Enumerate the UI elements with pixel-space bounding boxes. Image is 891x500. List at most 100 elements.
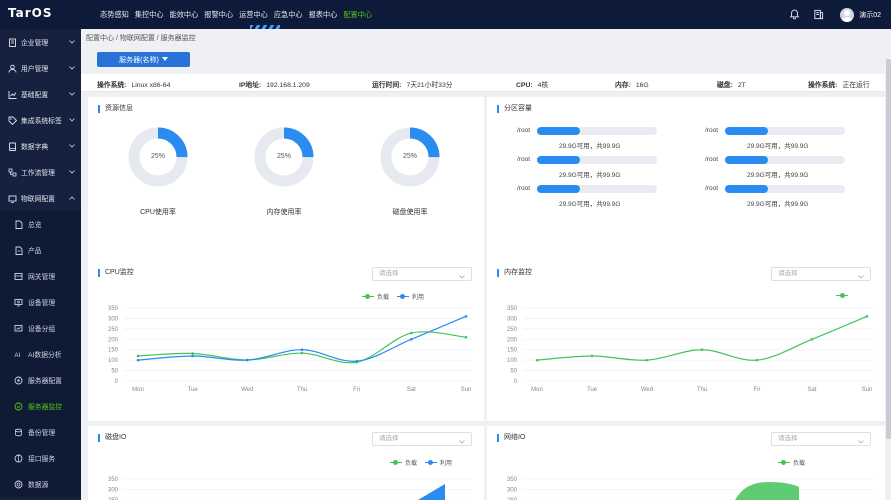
- sidebar-subitem-label: 设备分组: [28, 326, 56, 333]
- data-point: [410, 331, 413, 335]
- sidebar-item[interactable]: 企业管理: [0, 29, 81, 55]
- user-name[interactable]: 演示02: [859, 10, 881, 20]
- sidebar-subitem[interactable]: 设备管理: [0, 289, 81, 315]
- data-point: [645, 358, 649, 362]
- sidebar-item[interactable]: 数据字典: [0, 133, 81, 159]
- chevron-down-icon: [459, 272, 465, 284]
- memory-chart: 350 300 250 200 150 100 50 0 Mon Tue Wed Thu Fri Sat S…: [507, 306, 873, 393]
- bell-icon[interactable]: [784, 5, 804, 25]
- data-point: [300, 351, 304, 355]
- top-nav-item[interactable]: 集控中心: [132, 0, 167, 29]
- top-nav-item[interactable]: 报表中心: [306, 0, 341, 29]
- info-value: 16G: [635, 82, 649, 89]
- x-tick-label: Wed: [641, 387, 653, 393]
- panel-title: 网络IO: [497, 434, 525, 442]
- sidebar-subitem[interactable]: 数据源: [0, 471, 81, 497]
- info-value: 2T: [737, 82, 746, 89]
- sidebar-subitem-label: 备份管理: [28, 430, 56, 437]
- group-icon: [14, 324, 23, 333]
- sidebar-subitem[interactable]: 网关管理: [0, 263, 81, 289]
- y-tick-label: 350: [507, 306, 518, 312]
- y-tick-label: 200: [108, 337, 119, 343]
- sidebar-item[interactable]: 集成系统标签: [0, 107, 81, 133]
- panel-title: 内存监控: [497, 269, 532, 277]
- disk-period-select[interactable]: 请选择: [372, 432, 472, 446]
- y-tick-label: 250: [108, 327, 119, 333]
- cpu-monitor-panel: CPU监控 请选择 负载 利用 350 300 250 200 150 100 50 0 Mon T…: [88, 261, 484, 421]
- info-key: CPU:: [516, 82, 533, 89]
- vertical-scrollbar[interactable]: [886, 59, 891, 439]
- sidebar-item-label: 物联网配置: [21, 196, 55, 203]
- sidebar-subitem[interactable]: 备份管理: [0, 419, 81, 445]
- y-tick-label: 150: [507, 348, 518, 354]
- info-value: 7天21小时33分: [406, 82, 453, 89]
- sidebar-subitem[interactable]: 设备分组: [0, 315, 81, 341]
- donut-value: 25%: [276, 153, 291, 160]
- y-tick-label: 350: [108, 306, 119, 312]
- document-icon[interactable]: [808, 5, 828, 25]
- series-line: [137, 315, 467, 362]
- series-area: [735, 482, 799, 500]
- info-key: 操作系统:: [97, 82, 127, 89]
- partition-row: /root 29.9G可用，共99.9G: [517, 127, 677, 150]
- sidebar-item[interactable]: 工作流管理: [0, 159, 81, 185]
- top-nav-item[interactable]: 态势感知: [97, 0, 132, 29]
- sidebar-subitem[interactable]: 总览: [0, 211, 81, 237]
- sidebar-subitem[interactable]: 服务器监控: [0, 393, 81, 419]
- x-tick-label: Fri: [353, 387, 360, 393]
- partition-text: 29.9G可用，共99.9G: [747, 172, 809, 179]
- series-line: [536, 315, 868, 361]
- top-nav-item[interactable]: 能效中心: [167, 0, 202, 29]
- sidebar-subitem-label: 总览: [28, 222, 42, 229]
- x-tick-label: Tue: [587, 387, 598, 393]
- partition-text: 29.9G可用，共99.9G: [747, 143, 809, 150]
- cpu-period-select[interactable]: 请选择: [372, 267, 472, 281]
- avatar[interactable]: [840, 7, 855, 22]
- sidebar-subitem-label: 数据源: [28, 482, 49, 489]
- sidebar-item-label: 集成系统标签: [21, 118, 62, 125]
- network-period-select[interactable]: 请选择: [771, 432, 871, 446]
- server-info-bar: 操作系统: Linux x86-64 IP地址: 192.168.1.209 运行时间:…: [81, 74, 885, 92]
- partition-row: /root 29.9G可用，共99.9G: [705, 185, 865, 208]
- chevron-down-icon: [459, 437, 465, 449]
- sidebar-item-label: 基础配置: [21, 92, 49, 99]
- svg-text:AI: AI: [15, 353, 21, 359]
- server-info-item: 磁盘: 2T: [717, 79, 746, 89]
- chevron-down-icon: [69, 117, 75, 124]
- data-point: [410, 337, 413, 341]
- partition-bar: [725, 127, 845, 135]
- sidebar-item[interactable]: 基础配置: [0, 81, 81, 107]
- sidebar-subitem[interactable]: 产品: [0, 237, 81, 263]
- info-value: 192.168.1.209: [266, 82, 310, 89]
- partition-name: /root: [517, 185, 531, 192]
- top-nav-item[interactable]: 报警中心: [201, 0, 236, 29]
- top-nav-item[interactable]: 配置中心: [340, 0, 375, 29]
- chevron-down-icon: [858, 437, 864, 449]
- donut-label: CPU使用率: [140, 209, 176, 216]
- chevron-down-icon: [69, 143, 75, 150]
- y-tick-label: 300: [507, 316, 518, 322]
- sidebar-subitem[interactable]: 接口服务: [0, 445, 81, 471]
- memory-period-select[interactable]: 请选择: [771, 267, 871, 281]
- data-point: [355, 359, 358, 363]
- overview-icon: [14, 220, 23, 229]
- sidebar-subitem[interactable]: 服务器配置: [0, 367, 81, 393]
- sidebar-item[interactable]: 物联网配置: [0, 185, 81, 211]
- select-placeholder: 请选择: [379, 435, 399, 442]
- server-select-button[interactable]: 服务器(名称): [97, 52, 190, 67]
- info-key: 运行时间:: [372, 82, 402, 89]
- sidebar-item-label: 工作流管理: [21, 170, 55, 177]
- info-key: 操作系统:: [808, 82, 838, 89]
- sidebar-subitem-label: 设备管理: [28, 300, 56, 307]
- sidebar-subitem[interactable]: AI AI数据分析: [0, 341, 81, 367]
- building-icon: [8, 38, 17, 47]
- data-point: [136, 358, 140, 362]
- server-info-item: CPU: 4核: [516, 79, 548, 89]
- top-bar: TarOS 态势感知 集控中心 能效中心 报警中心 运营中心 应急中心 报表中心 配置中心 演…: [0, 0, 891, 29]
- sidebar-item[interactable]: 用户管理: [0, 55, 81, 81]
- partition-bar-fill: [725, 185, 769, 193]
- workflow-icon: [8, 168, 17, 177]
- server-info-item: 内存: 16G: [615, 79, 649, 89]
- y-tick-label: 350: [108, 477, 119, 483]
- partition-row: /root 29.9G可用，共99.9G: [517, 185, 677, 208]
